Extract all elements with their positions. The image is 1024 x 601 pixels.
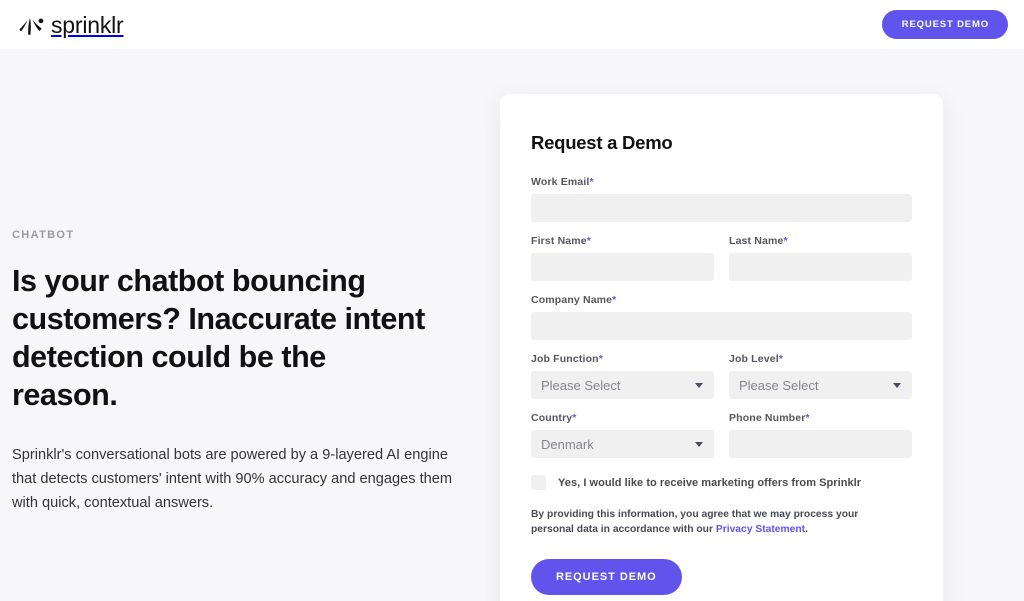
first-name-label-text: First Name: [531, 235, 587, 247]
field-first-name: First Name*: [531, 235, 714, 281]
required-asterisk: *: [778, 353, 784, 365]
company-name-label: Company Name*: [531, 294, 912, 306]
country-label: Country*: [531, 412, 714, 424]
job-function-select[interactable]: Please Select: [531, 371, 714, 399]
work-email-input[interactable]: [531, 194, 912, 222]
hero-eyebrow-label: CHATBOT: [12, 229, 75, 241]
job-level-label-text: Job Level: [729, 353, 779, 365]
country-select[interactable]: Denmark: [531, 430, 714, 458]
field-phone-number: Phone Number*: [729, 412, 912, 458]
required-asterisk: *: [783, 235, 788, 247]
header-request-demo-button[interactable]: REQUEST DEMO: [881, 10, 1008, 39]
field-work-email: Work Email*: [531, 176, 912, 222]
last-name-input[interactable]: [729, 253, 912, 281]
site-header: sprinklr REQUEST DEMO: [0, 0, 1024, 49]
required-asterisk: *: [589, 176, 594, 188]
field-company-name: Company Name*: [531, 294, 912, 340]
phone-number-input[interactable]: [729, 430, 912, 458]
submit-request-demo-button[interactable]: REQUEST DEMO: [531, 559, 682, 595]
brand-logo-link[interactable]: sprinklr: [18, 12, 124, 38]
sprinklr-splash-mark-icon: [19, 17, 44, 35]
country-select-wrap: Denmark: [531, 430, 714, 458]
last-name-label-text: Last Name: [729, 235, 784, 247]
job-level-select[interactable]: Please Select: [729, 371, 912, 399]
field-job-function: Job Function* Please Select: [531, 353, 714, 399]
job-function-select-wrap: Please Select: [531, 371, 714, 399]
phone-number-label: Phone Number*: [729, 412, 912, 424]
job-function-label: Job Function*: [531, 353, 714, 365]
job-level-select-wrap: Please Select: [729, 371, 912, 399]
legal-consent-text: By providing this information, you agree…: [531, 507, 876, 537]
hero-section: CHATBOT Is your chatbot bouncing custome…: [12, 229, 474, 515]
job-function-label-text: Job Function: [531, 353, 599, 365]
work-email-label: Work Email*: [531, 176, 912, 188]
form-title: Request a Demo: [531, 132, 673, 153]
request-demo-form-card: Request a Demo Work Email* First Name* L…: [500, 94, 943, 601]
field-job-level: Job Level* Please Select: [729, 353, 912, 399]
company-name-label-text: Company Name: [531, 294, 613, 306]
field-country: Country* Denmark: [531, 412, 714, 458]
name-field-row: First Name* Last Name*: [531, 235, 912, 281]
country-label-text: Country: [531, 412, 573, 424]
country-phone-field-row: Country* Denmark Phone Number*: [531, 412, 912, 458]
field-last-name: Last Name*: [729, 235, 912, 281]
first-name-label: First Name*: [531, 235, 714, 247]
required-asterisk: *: [612, 294, 617, 306]
hero-body-text: Sprinklr's conversational bots are power…: [12, 447, 453, 511]
job-field-row: Job Function* Please Select Job Level* P…: [531, 353, 912, 399]
last-name-label: Last Name*: [729, 235, 912, 247]
required-asterisk: *: [572, 412, 577, 424]
company-name-input[interactable]: [531, 312, 912, 340]
marketing-optin-label: Yes, I would like to receive marketing o…: [558, 476, 862, 489]
job-level-label: Job Level*: [729, 353, 912, 365]
privacy-statement-link[interactable]: Privacy Statement: [716, 524, 805, 535]
hero-title: Is your chatbot bouncing customers? Inac…: [12, 264, 425, 412]
marketing-optin-row: Yes, I would like to receive marketing o…: [531, 475, 912, 490]
page-body: CHATBOT Is your chatbot bouncing custome…: [0, 49, 1024, 601]
work-email-label-text: Work Email: [531, 176, 590, 188]
first-name-input[interactable]: [531, 253, 714, 281]
brand-wordmark: sprinklr: [51, 12, 124, 38]
required-asterisk: *: [805, 412, 810, 424]
legal-text-after: .: [805, 524, 808, 535]
required-asterisk: *: [586, 235, 592, 247]
marketing-optin-checkbox[interactable]: [531, 475, 546, 490]
required-asterisk: *: [598, 353, 603, 365]
legal-text-before: By providing this information, you agree…: [531, 509, 859, 535]
phone-number-label-text: Phone Number: [729, 412, 806, 424]
